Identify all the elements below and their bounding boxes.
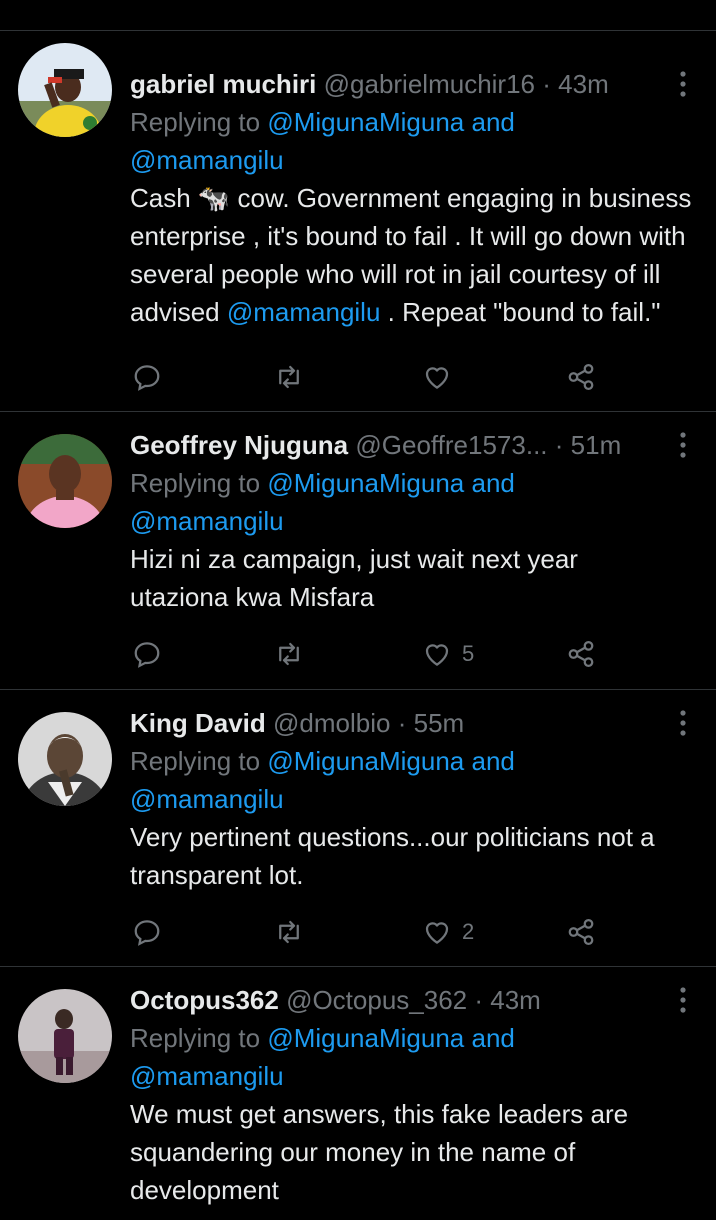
tweet-header: Geoffrey Njuguna @Geoffre1573... · 51m <box>130 426 692 464</box>
display-name[interactable]: gabriel muchiri <box>130 69 316 99</box>
tweet[interactable]: King David @dmolbio · 55m Replying to @M… <box>0 690 716 967</box>
tweet-text-part: . Repeat "bound to fail." <box>387 297 661 327</box>
action-bar <box>130 357 606 397</box>
heart-icon <box>425 644 449 666</box>
reply-feed: gabriel muchiri @gabrielmuchir16 · 43m R… <box>0 0 716 1220</box>
mention-link[interactable]: @MigunaMiguna <box>267 746 464 776</box>
and-link[interactable]: and <box>472 1023 515 1053</box>
mention-link[interactable]: @mamangilu <box>130 784 284 814</box>
display-name[interactable]: King David <box>130 708 266 738</box>
replying-to: Replying to @MigunaMiguna and @mamangilu <box>130 464 692 540</box>
timestamp[interactable]: 51m <box>571 430 622 460</box>
share-button[interactable] <box>566 912 596 952</box>
share-button[interactable] <box>566 634 596 674</box>
separator: · <box>554 430 564 460</box>
reply-button[interactable] <box>132 357 162 397</box>
reply-icon <box>134 642 160 668</box>
tweet-header: gabriel muchiri @gabrielmuchir16 · 43m <box>130 65 692 103</box>
mention-link[interactable]: @mamangilu <box>130 1061 284 1091</box>
tweet[interactable]: gabriel muchiri @gabrielmuchir16 · 43m R… <box>0 31 716 412</box>
share-button[interactable] <box>566 357 596 397</box>
tweet[interactable]: Octopus362 @Octopus_362 · 43m Replying t… <box>0 967 716 1220</box>
like-count: 2 <box>462 919 475 944</box>
reply-button[interactable] <box>132 912 162 952</box>
tweet-header: King David @dmolbio · 55m <box>130 704 692 742</box>
display-name[interactable]: Geoffrey Njuguna <box>130 430 348 460</box>
timestamp[interactable]: 43m <box>490 985 541 1015</box>
replying-to: Replying to @MigunaMiguna and @mamangilu <box>130 103 692 179</box>
replying-to: Replying to @MigunaMiguna and @mamangilu <box>130 1019 692 1095</box>
heart-icon <box>425 922 449 944</box>
separator: · <box>397 708 407 738</box>
tweet-text: Very pertinent questions...our politicia… <box>130 822 655 890</box>
like-count: 5 <box>462 641 475 666</box>
separator: · <box>542 69 551 99</box>
share-icon <box>568 919 594 945</box>
avatar[interactable] <box>18 43 112 137</box>
retweet-button[interactable] <box>274 912 304 952</box>
display-name[interactable]: Octopus362 <box>130 985 279 1015</box>
tweet-text: Hizi ni za campaign, just wait next year… <box>130 544 578 612</box>
user-handle[interactable]: @Geoffre1573... <box>355 430 547 460</box>
mention-link[interactable]: @MigunaMiguna <box>267 107 464 137</box>
retweet-icon <box>279 365 299 389</box>
replying-to-label: Replying to <box>130 1023 261 1053</box>
reply-icon <box>134 920 160 946</box>
replying-to-label: Replying to <box>130 107 261 137</box>
mention-link[interactable]: @MigunaMiguna <box>267 1023 464 1053</box>
and-link[interactable]: and <box>472 468 515 498</box>
user-handle[interactable]: @dmolbio <box>273 708 390 738</box>
retweet-button[interactable] <box>274 634 304 674</box>
and-link[interactable]: and <box>472 746 515 776</box>
avatar[interactable] <box>18 989 112 1083</box>
avatar[interactable] <box>18 712 112 806</box>
replying-to-label: Replying to <box>130 468 261 498</box>
reply-button[interactable] <box>132 634 162 674</box>
timestamp[interactable]: 43m <box>558 69 609 99</box>
timestamp[interactable]: 55m <box>414 708 465 738</box>
replying-to-label: Replying to <box>130 746 261 776</box>
tweet-text: Cash 🐄 cow. Government engaging in busin… <box>130 179 696 331</box>
avatar[interactable] <box>18 434 112 528</box>
user-handle[interactable]: @gabrielmuchir16 <box>324 69 535 99</box>
action-bar: 5 <box>130 634 606 674</box>
user-handle[interactable]: @Octopus_362 <box>286 985 467 1015</box>
replying-to: Replying to @MigunaMiguna and @mamangilu <box>130 742 692 818</box>
retweet-icon <box>279 642 299 666</box>
mention-link[interactable]: @MigunaMiguna <box>267 468 464 498</box>
like-button[interactable]: 2 <box>422 912 474 952</box>
mention-link[interactable]: @mamangilu <box>130 145 284 175</box>
reply-icon <box>134 365 160 391</box>
like-button[interactable] <box>422 357 462 397</box>
share-icon <box>568 364 594 390</box>
separator: · <box>474 985 484 1015</box>
and-link[interactable]: and <box>472 107 515 137</box>
retweet-button[interactable] <box>274 357 304 397</box>
heart-icon <box>425 367 449 389</box>
share-icon <box>568 641 594 667</box>
tweet-header: Octopus362 @Octopus_362 · 43m <box>130 981 692 1019</box>
mention-link[interactable]: @mamangilu <box>130 506 284 536</box>
tweet[interactable]: Geoffrey Njuguna @Geoffre1573... · 51m R… <box>0 412 716 690</box>
retweet-icon <box>279 920 299 944</box>
like-button[interactable]: 5 <box>422 634 474 674</box>
tweet-text: We must get answers, this fake leaders a… <box>130 1099 629 1205</box>
mention-link[interactable]: @mamangilu <box>227 297 381 327</box>
action-bar: 2 <box>130 912 606 952</box>
